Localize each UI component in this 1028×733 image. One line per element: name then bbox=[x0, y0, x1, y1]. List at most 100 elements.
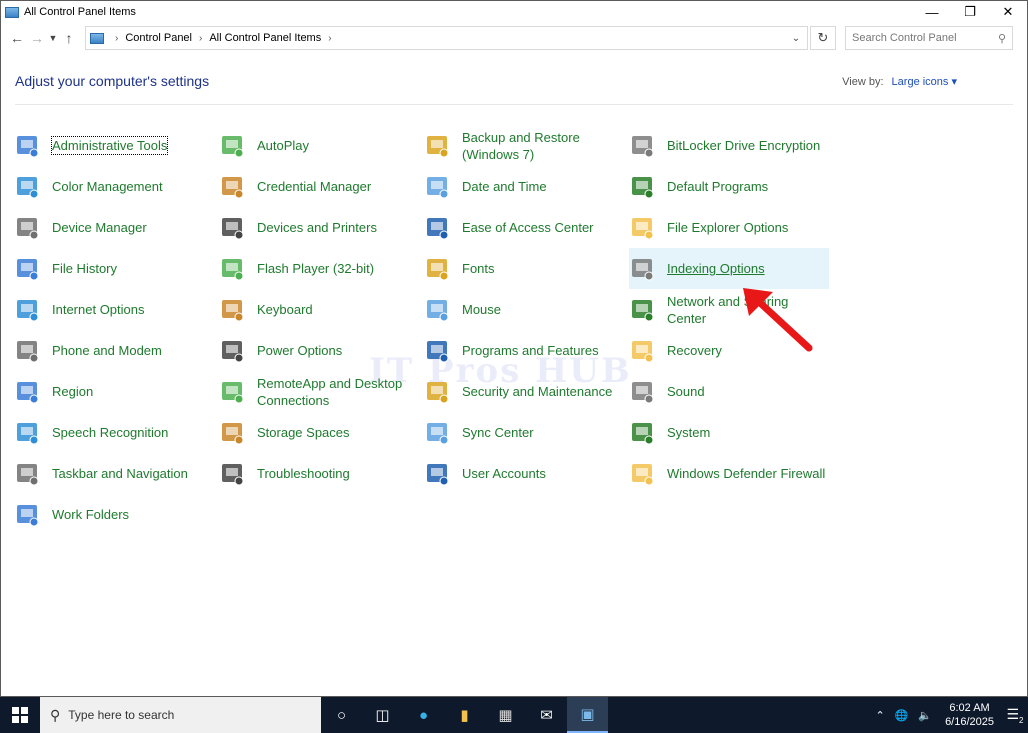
forward-arrow-icon[interactable]: → bbox=[27, 30, 47, 46]
breadcrumb-all-items[interactable]: All Control Panel Items bbox=[209, 32, 321, 44]
control-panel-item[interactable]: Device Manager bbox=[14, 207, 214, 248]
control-panel-item-label: Speech Recognition bbox=[52, 425, 169, 440]
control-panel-item[interactable]: Flash Player (32-bit) bbox=[219, 248, 419, 289]
control-panel-item[interactable]: RemoteApp and Desktop Connections bbox=[219, 371, 419, 412]
control-panel-item-label: Phone and Modem bbox=[52, 343, 162, 358]
control-panel-item[interactable]: Ease of Access Center bbox=[424, 207, 624, 248]
view-by-dropdown[interactable]: Large icons ▾ bbox=[892, 76, 957, 88]
control-panel-item-label: Device Manager bbox=[52, 220, 147, 235]
control-panel-item[interactable]: Sound bbox=[629, 371, 829, 412]
control-panel-item-label: Windows Defender Firewall bbox=[667, 466, 826, 481]
control-panel-item[interactable]: Date and Time bbox=[424, 166, 624, 207]
cortana-icon[interactable]: ○ bbox=[321, 697, 362, 733]
control-panel-item-label: Devices and Printers bbox=[257, 220, 377, 235]
store-icon[interactable]: ▦ bbox=[485, 697, 526, 733]
volume-icon[interactable]: 🔈 bbox=[918, 709, 932, 722]
task-view-icon[interactable]: ◫ bbox=[362, 697, 403, 733]
flag-icon bbox=[424, 378, 452, 406]
indexing-icon bbox=[629, 255, 657, 283]
control-panel-item-label: Color Management bbox=[52, 179, 163, 194]
default-programs-icon bbox=[629, 173, 657, 201]
control-panel-item[interactable]: File Explorer Options bbox=[629, 207, 829, 248]
breadcrumb-chevron-icon[interactable]: › bbox=[115, 33, 118, 44]
control-panel-item[interactable]: Troubleshooting bbox=[219, 453, 419, 494]
control-panel-item[interactable]: Security and Maintenance bbox=[424, 371, 624, 412]
restore-button[interactable]: ❐ bbox=[951, 1, 989, 23]
control-panel-item[interactable]: Backup and Restore (Windows 7) bbox=[424, 125, 624, 166]
control-panel-item[interactable]: Administrative Tools bbox=[14, 125, 214, 166]
windows-start-icon[interactable] bbox=[0, 697, 40, 733]
recent-locations-chevron-icon[interactable]: ▼ bbox=[47, 33, 59, 43]
network-icon bbox=[629, 296, 657, 324]
control-panel-item[interactable]: Fonts bbox=[424, 248, 624, 289]
control-panel-item-label: Flash Player (32-bit) bbox=[257, 261, 375, 276]
close-button[interactable]: ✕ bbox=[989, 1, 1027, 23]
control-panel-icon bbox=[5, 6, 19, 18]
control-panel-item[interactable]: Speech Recognition bbox=[14, 412, 214, 453]
system-icon bbox=[629, 419, 657, 447]
control-panel-item-label: Mouse bbox=[462, 302, 502, 317]
control-panel-item[interactable]: Default Programs bbox=[629, 166, 829, 207]
control-panel-item[interactable]: Mouse bbox=[424, 289, 624, 330]
address-bar[interactable]: › Control Panel › All Control Panel Item… bbox=[85, 26, 808, 50]
minimize-button[interactable]: — bbox=[913, 1, 951, 23]
chevron-up-icon[interactable]: ⌃ bbox=[875, 709, 884, 722]
phone-icon bbox=[14, 337, 42, 365]
sync-icon bbox=[424, 419, 452, 447]
control-panel-item-label: BitLocker Drive Encryption bbox=[667, 138, 821, 153]
control-panel-item[interactable]: Storage Spaces bbox=[219, 412, 419, 453]
control-panel-item[interactable]: User Accounts bbox=[424, 453, 624, 494]
breadcrumb-chevron-icon[interactable]: › bbox=[328, 33, 331, 44]
control-panel-item[interactable]: Region bbox=[14, 371, 214, 412]
breadcrumb-control-panel[interactable]: Control Panel bbox=[125, 32, 192, 44]
search-input[interactable]: Search Control Panel ⚲ bbox=[845, 26, 1013, 50]
internet-icon bbox=[14, 296, 42, 324]
search-icon: ⚲ bbox=[50, 706, 61, 723]
recovery-icon bbox=[629, 337, 657, 365]
control-panel-item[interactable]: Phone and Modem bbox=[14, 330, 214, 371]
control-panel-item[interactable]: Power Options bbox=[219, 330, 419, 371]
control-panel-item[interactable]: Windows Defender Firewall bbox=[629, 453, 829, 494]
control-panel-item-label: Security and Maintenance bbox=[462, 384, 613, 399]
control-panel-taskbar-icon[interactable]: ▣ bbox=[567, 697, 608, 733]
up-arrow-icon[interactable]: ↑ bbox=[59, 30, 79, 46]
control-panel-item[interactable]: Indexing Options bbox=[629, 248, 829, 289]
control-panel-item-label: Storage Spaces bbox=[257, 425, 350, 440]
taskbar-search-input[interactable]: ⚲ Type here to search bbox=[40, 697, 321, 733]
control-panel-item[interactable]: File History bbox=[14, 248, 214, 289]
control-panel-item-label: Region bbox=[52, 384, 94, 399]
control-panel-item[interactable]: BitLocker Drive Encryption bbox=[629, 125, 829, 166]
control-panel-item[interactable]: Credential Manager bbox=[219, 166, 419, 207]
window-title: All Control Panel Items bbox=[24, 6, 136, 18]
network-globe-icon[interactable]: 🌐 bbox=[895, 709, 909, 722]
control-panel-item[interactable]: Programs and Features bbox=[424, 330, 624, 371]
edge-browser-icon[interactable]: ● bbox=[403, 697, 444, 733]
refresh-icon[interactable]: ↻ bbox=[810, 26, 836, 50]
control-panel-item[interactable]: Devices and Printers bbox=[219, 207, 419, 248]
taskbar: ⚲ Type here to search ○ ◫ ● ▮ ▦ ✉ ▣ ⌃ 🌐 … bbox=[0, 697, 1028, 733]
control-panel-item[interactable]: Keyboard bbox=[219, 289, 419, 330]
fonts-icon bbox=[424, 255, 452, 283]
troubleshoot-icon bbox=[219, 460, 247, 488]
control-panel-item[interactable]: Sync Center bbox=[424, 412, 624, 453]
address-dropdown-chevron-icon[interactable]: ⌄ bbox=[785, 33, 807, 44]
control-panel-item[interactable]: Color Management bbox=[14, 166, 214, 207]
clock[interactable]: 6:02 AM 6/16/2025 bbox=[945, 701, 994, 729]
mail-icon[interactable]: ✉ bbox=[526, 697, 567, 733]
breadcrumb-chevron-icon[interactable]: › bbox=[199, 33, 202, 44]
device-manager-icon bbox=[14, 214, 42, 242]
control-panel-item[interactable]: Internet Options bbox=[14, 289, 214, 330]
control-panel-item-label: System bbox=[667, 425, 711, 440]
control-panel-item[interactable]: AutoPlay bbox=[219, 125, 419, 166]
back-arrow-icon[interactable]: ← bbox=[7, 30, 27, 46]
backup-icon bbox=[424, 132, 452, 160]
programs-icon bbox=[424, 337, 452, 365]
content-header: Adjust your computer's settings View by:… bbox=[15, 73, 1013, 105]
taskbar-icon bbox=[14, 460, 42, 488]
file-explorer-icon[interactable]: ▮ bbox=[444, 697, 485, 733]
control-panel-item[interactable]: System bbox=[629, 412, 829, 453]
control-panel-item-label: Internet Options bbox=[52, 302, 145, 317]
control-panel-item[interactable]: Work Folders bbox=[14, 494, 214, 535]
notification-icon[interactable]: ☰2 bbox=[1002, 706, 1028, 725]
control-panel-item[interactable]: Taskbar and Navigation bbox=[14, 453, 214, 494]
